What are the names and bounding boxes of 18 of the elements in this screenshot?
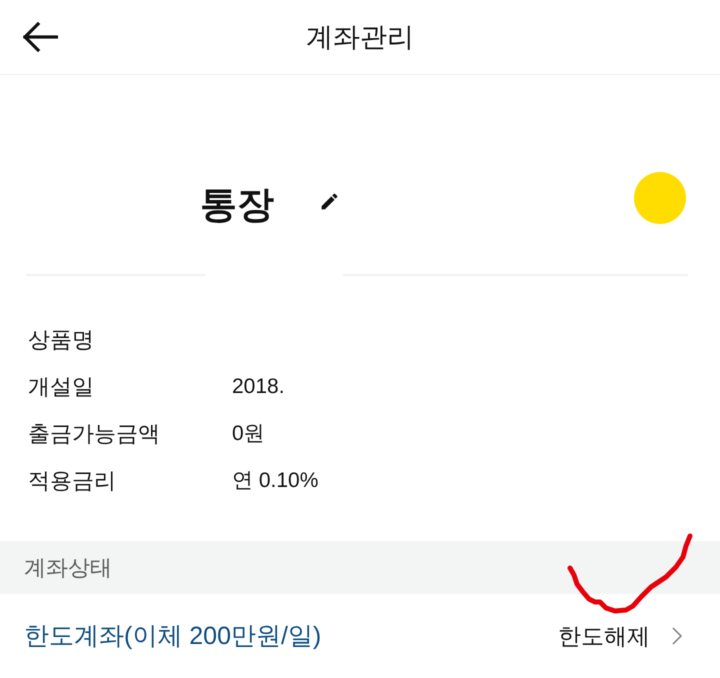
detail-label: 적용금리 xyxy=(28,470,117,492)
circle-logo-icon xyxy=(634,172,686,224)
remove-limit-link[interactable]: 한도해제 xyxy=(558,624,682,648)
account-status: 한도계좌(이체 200만원/일) xyxy=(24,624,322,648)
edit-button[interactable] xyxy=(319,190,340,212)
section-title: 계좌상태 xyxy=(24,556,112,578)
screen-title: 계좌관리 xyxy=(305,24,415,50)
detail-value: 2018. xyxy=(232,376,285,397)
detail-label: 개설일 xyxy=(28,376,95,398)
detail-label: 상품명 xyxy=(28,328,95,350)
back-button[interactable] xyxy=(22,22,58,52)
detail-label: 출금가능금액 xyxy=(28,422,161,444)
pencil-icon xyxy=(319,190,340,212)
detail-value: 0원 xyxy=(232,423,265,444)
chevron-right-icon xyxy=(672,627,682,645)
account-name: 통장 xyxy=(200,186,274,222)
detail-value: 연 0.10% xyxy=(232,470,318,491)
back-arrow-icon xyxy=(22,22,58,52)
